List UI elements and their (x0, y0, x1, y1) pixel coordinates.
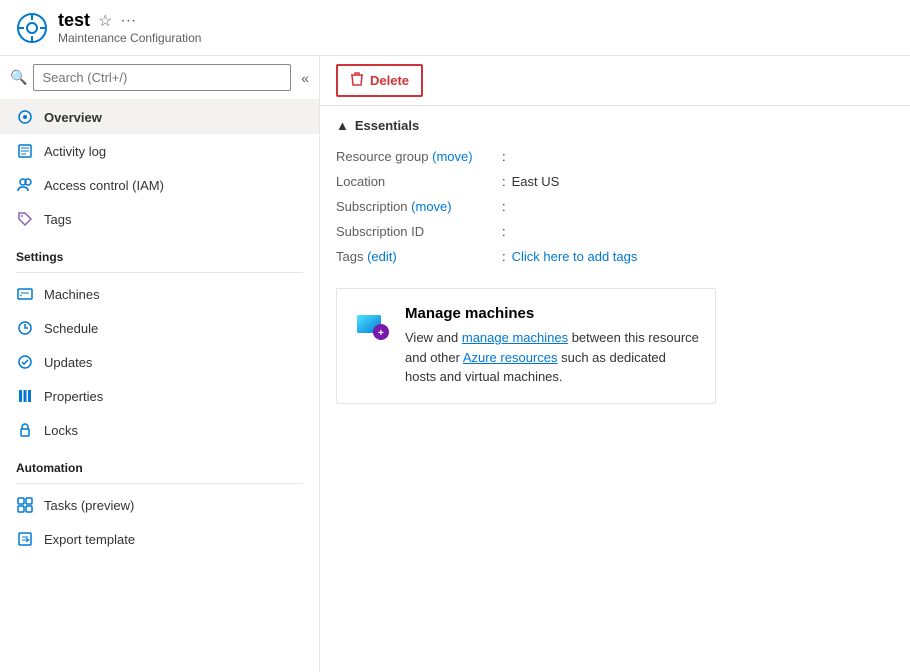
essentials-row-resource-group: Resource group (move) : (336, 145, 894, 168)
sidebar-item-activity-log[interactable]: Activity log (0, 134, 319, 168)
sidebar-item-iam[interactable]: Access control (IAM) (0, 168, 319, 202)
svg-text:+: + (378, 328, 384, 339)
sidebar-item-locks[interactable]: Locks (0, 413, 319, 447)
sidebar-item-label: Tasks (preview) (44, 498, 134, 513)
tags-edit-link[interactable]: (edit) (367, 249, 397, 264)
schedule-icon (16, 319, 34, 337)
tags-icon (16, 210, 34, 228)
sidebar-item-label: Tags (44, 212, 71, 227)
properties-icon (16, 387, 34, 405)
page-header: test ☆ ··· Maintenance Configuration (0, 0, 910, 56)
sidebar: 🔍 « Overview Activity log Access control… (0, 56, 320, 672)
sidebar-item-label: Export template (44, 532, 135, 547)
manage-machines-card: + Manage machines View and manage machin… (336, 288, 716, 404)
more-options-icon[interactable]: ··· (120, 12, 136, 30)
sidebar-item-label: Overview (44, 110, 102, 125)
title-group: test ☆ ··· Maintenance Configuration (58, 10, 201, 45)
automation-divider (16, 483, 303, 484)
page-title: test (58, 10, 90, 31)
sidebar-item-properties[interactable]: Properties (0, 379, 319, 413)
sidebar-item-tags[interactable]: Tags (0, 202, 319, 236)
sidebar-item-label: Updates (44, 355, 92, 370)
location-value: East US (512, 174, 560, 189)
favorite-icon[interactable]: ☆ (98, 11, 112, 31)
card-description: View and manage machines between this re… (405, 328, 699, 387)
settings-divider (16, 272, 303, 273)
subscription-move-link[interactable]: (move) (411, 199, 451, 214)
delete-button[interactable]: Delete (336, 64, 423, 97)
export-icon (16, 530, 34, 548)
essentials-fields: Resource group (move) : Location : East … (336, 145, 894, 268)
resource-group-move-link[interactable]: (move) (432, 149, 472, 164)
tasks-icon (16, 496, 34, 514)
sidebar-item-overview[interactable]: Overview (0, 100, 319, 134)
sidebar-item-label: Locks (44, 423, 78, 438)
manage-machines-card-body: Manage machines View and manage machines… (405, 305, 699, 387)
settings-section-label: Settings (0, 236, 319, 268)
search-input[interactable] (33, 64, 291, 91)
sidebar-item-label: Activity log (44, 144, 106, 159)
automation-section-label: Automation (0, 447, 319, 479)
updates-icon (16, 353, 34, 371)
toolbar: Delete (320, 56, 910, 106)
activity-log-icon (16, 142, 34, 160)
essentials-title: Essentials (355, 118, 419, 133)
sidebar-item-label: Properties (44, 389, 103, 404)
azure-resources-link[interactable]: Azure resources (463, 350, 558, 365)
sidebar-item-label: Access control (IAM) (44, 178, 164, 193)
page-subtitle: Maintenance Configuration (58, 31, 201, 45)
sidebar-item-machines[interactable]: Machines (0, 277, 319, 311)
search-icon: 🔍 (10, 69, 27, 86)
sidebar-item-export[interactable]: Export template (0, 522, 319, 556)
essentials-row-subscription-id: Subscription ID : (336, 220, 894, 243)
locks-icon (16, 421, 34, 439)
manage-machines-card-icon: + (353, 305, 393, 345)
manage-machines-link[interactable]: manage machines (462, 330, 568, 345)
tags-add-link[interactable]: Click here to add tags (512, 249, 638, 264)
essentials-row-subscription: Subscription (move) : (336, 195, 894, 218)
essentials-section: ▲ Essentials Resource group (move) : Loc… (320, 106, 910, 280)
main-layout: 🔍 « Overview Activity log Access control… (0, 56, 910, 672)
collapse-icon[interactable]: « (301, 70, 309, 86)
essentials-row-location: Location : East US (336, 170, 894, 193)
content-area: Delete ▲ Essentials Resource group (move… (320, 56, 910, 672)
sidebar-item-schedule[interactable]: Schedule (0, 311, 319, 345)
sidebar-item-label: Schedule (44, 321, 98, 336)
trash-icon (350, 71, 364, 90)
sidebar-item-tasks[interactable]: Tasks (preview) (0, 488, 319, 522)
essentials-header[interactable]: ▲ Essentials (336, 118, 894, 133)
sidebar-item-updates[interactable]: Updates (0, 345, 319, 379)
essentials-chevron-icon: ▲ (336, 118, 349, 133)
card-title: Manage machines (405, 305, 699, 322)
sidebar-item-label: Machines (44, 287, 100, 302)
essentials-row-tags: Tags (edit) : Click here to add tags (336, 245, 894, 268)
cards-section: + Manage machines View and manage machin… (320, 280, 910, 420)
resource-icon (16, 12, 48, 44)
iam-icon (16, 176, 34, 194)
search-box: 🔍 « (0, 56, 319, 100)
overview-icon (16, 108, 34, 126)
machines-icon (16, 285, 34, 303)
